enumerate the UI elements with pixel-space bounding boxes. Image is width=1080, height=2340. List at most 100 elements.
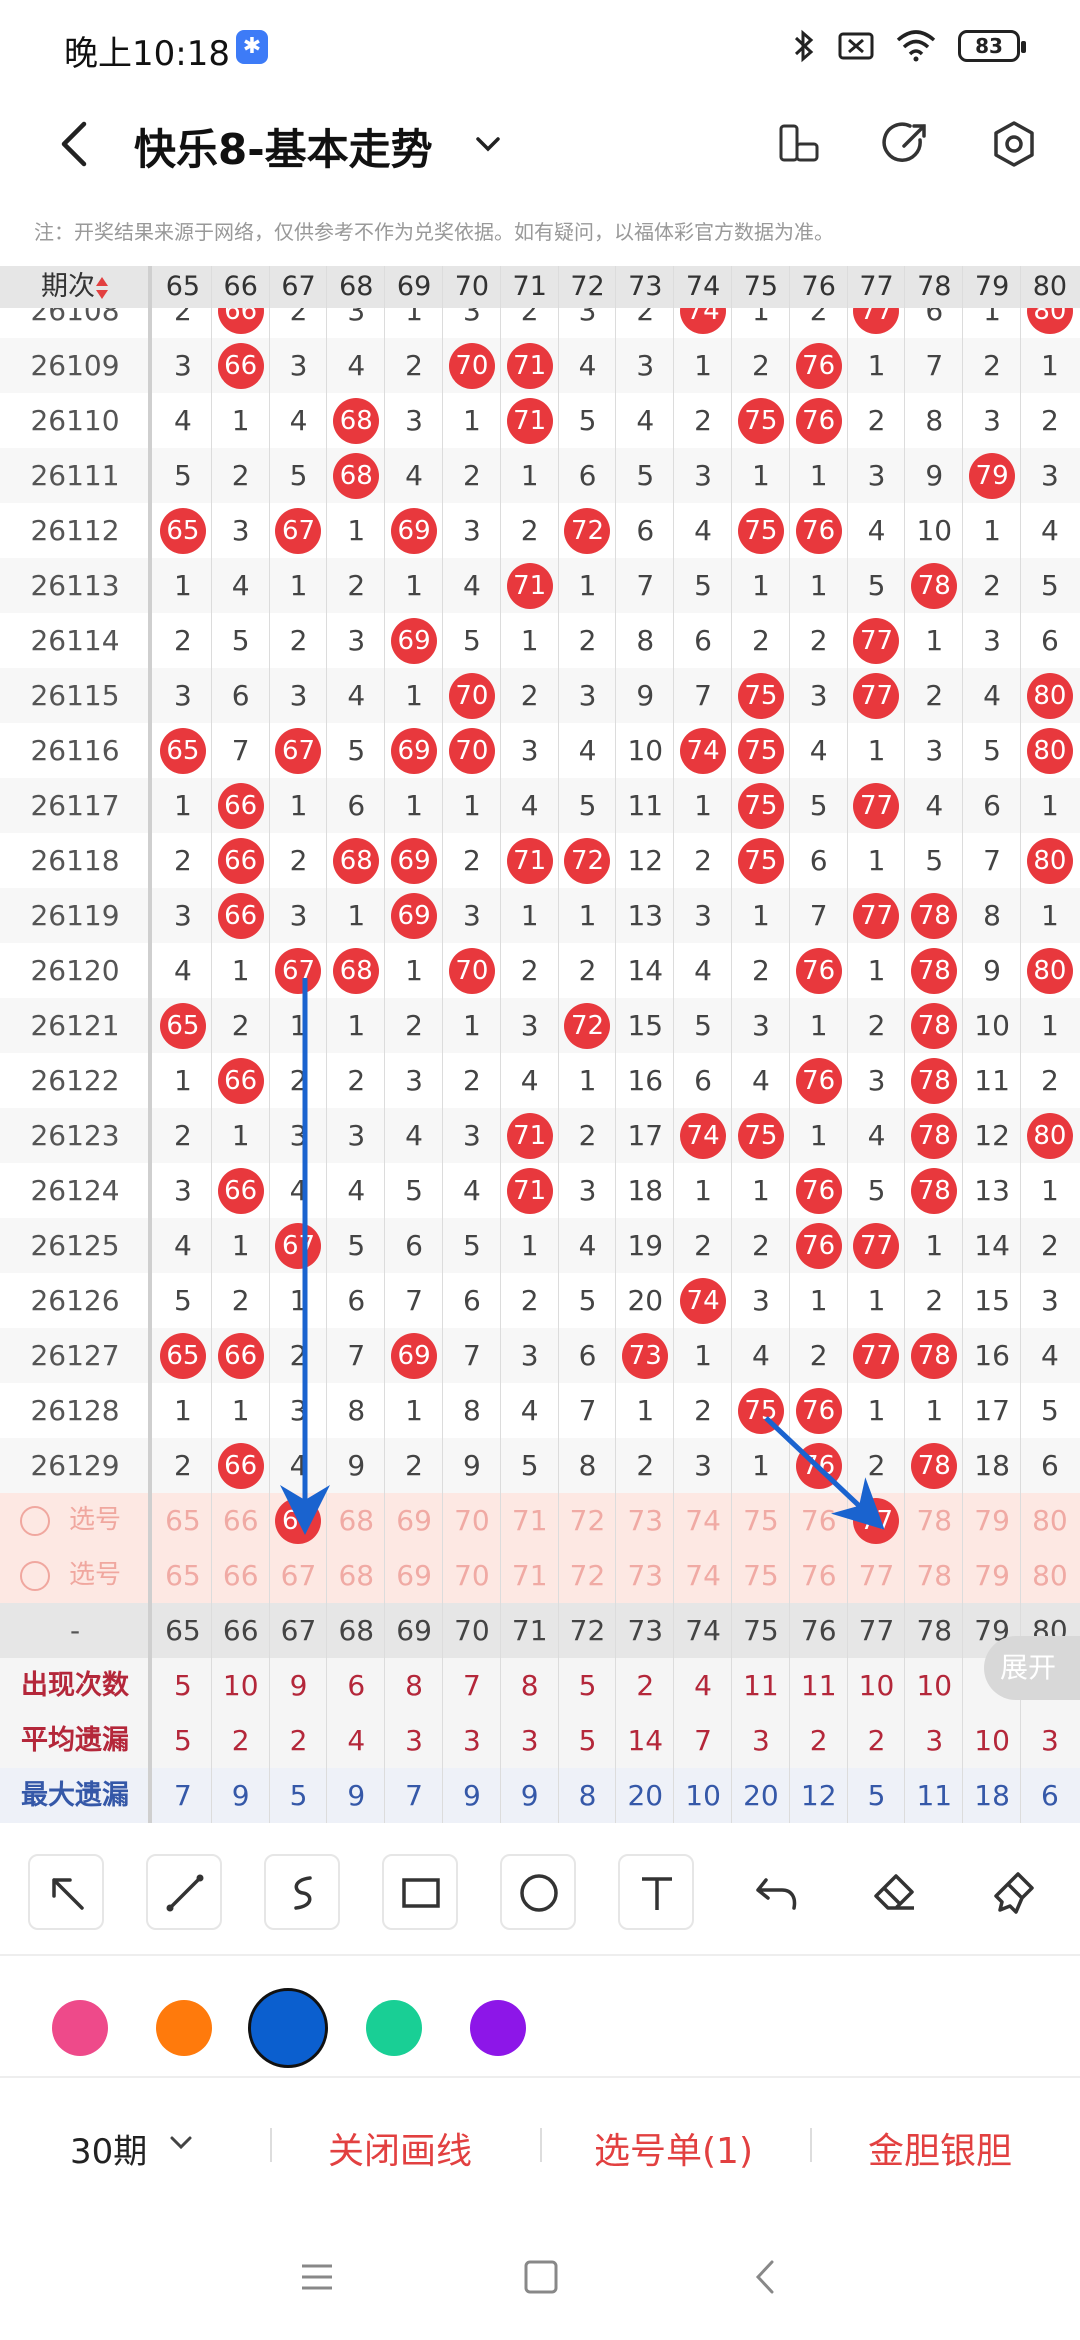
select-number[interactable]: 65 bbox=[154, 1548, 212, 1603]
number-cell[interactable]: 11 bbox=[616, 778, 674, 833]
select-number[interactable]: 79 bbox=[963, 1548, 1021, 1603]
share-icon[interactable] bbox=[876, 114, 936, 174]
number-cell[interactable]: 4 bbox=[385, 1108, 443, 1163]
number-cell[interactable]: 5 bbox=[385, 1163, 443, 1218]
number-cell[interactable]: 1 bbox=[848, 723, 906, 778]
number-cell[interactable]: 2 bbox=[1021, 393, 1079, 448]
number-cell[interactable]: 3 bbox=[1021, 1273, 1079, 1328]
number-cell[interactable]: 1 bbox=[154, 778, 212, 833]
settings-icon[interactable] bbox=[984, 114, 1044, 174]
number-cell[interactable]: 1 bbox=[327, 888, 385, 943]
number-cell[interactable]: 10 bbox=[963, 998, 1021, 1053]
number-cell[interactable]: 76 bbox=[790, 1053, 848, 1108]
select-number[interactable]: 74 bbox=[674, 1548, 732, 1603]
number-cell[interactable]: 69 bbox=[385, 503, 443, 558]
number-cell[interactable]: 2 bbox=[501, 943, 559, 998]
number-cell[interactable]: 7 bbox=[790, 888, 848, 943]
number-cell[interactable]: 1 bbox=[212, 393, 270, 448]
sort-icon[interactable] bbox=[95, 271, 109, 302]
number-cell[interactable]: 15 bbox=[616, 998, 674, 1053]
number-cell[interactable]: 6 bbox=[327, 778, 385, 833]
number-cell[interactable]: 13 bbox=[963, 1163, 1021, 1218]
number-cell[interactable]: 1 bbox=[674, 338, 732, 393]
number-cell[interactable]: 4 bbox=[848, 503, 906, 558]
number-cell[interactable]: 72 bbox=[559, 503, 617, 558]
number-cell[interactable]: 75 bbox=[732, 778, 790, 833]
number-cell[interactable]: 3 bbox=[848, 448, 906, 503]
number-cell[interactable]: 4 bbox=[154, 943, 212, 998]
number-cell[interactable]: 7 bbox=[327, 1328, 385, 1383]
color-swatch-blue-selected[interactable] bbox=[248, 1988, 328, 2068]
number-cell[interactable]: 1 bbox=[154, 1053, 212, 1108]
number-cell[interactable]: 8 bbox=[905, 393, 963, 448]
number-cell[interactable]: 3 bbox=[212, 503, 270, 558]
number-cell[interactable]: 3 bbox=[270, 338, 328, 393]
select-radio[interactable] bbox=[20, 1506, 50, 1536]
number-cell[interactable]: 8 bbox=[443, 1383, 501, 1438]
number-cell[interactable]: 1 bbox=[732, 1438, 790, 1493]
number-cell[interactable]: 76 bbox=[790, 338, 848, 393]
select-number[interactable]: 75 bbox=[732, 1548, 790, 1603]
number-cell[interactable]: 2 bbox=[501, 503, 559, 558]
number-cell[interactable]: 4 bbox=[1021, 1328, 1079, 1383]
gold-silver-button[interactable]: 金胆银胆 bbox=[868, 2122, 1012, 2174]
number-cell[interactable]: 1 bbox=[212, 1218, 270, 1273]
select-number[interactable]: 66 bbox=[212, 1493, 270, 1548]
number-cell[interactable]: 2 bbox=[443, 833, 501, 888]
number-cell[interactable]: 4 bbox=[385, 448, 443, 503]
number-cell[interactable]: 2 bbox=[443, 448, 501, 503]
number-cell[interactable]: 2 bbox=[212, 448, 270, 503]
eraser-icon[interactable] bbox=[870, 1868, 920, 1918]
number-cell[interactable]: 2 bbox=[559, 613, 617, 668]
number-cell[interactable]: 5 bbox=[790, 778, 848, 833]
number-cell[interactable]: 4 bbox=[616, 393, 674, 448]
number-cell[interactable]: 74 bbox=[674, 723, 732, 778]
number-cell[interactable]: 71 bbox=[501, 338, 559, 393]
number-cell[interactable]: 3 bbox=[616, 338, 674, 393]
number-cell[interactable]: 67 bbox=[270, 943, 328, 998]
rotate-screen-icon[interactable] bbox=[768, 114, 828, 174]
number-cell[interactable]: 1 bbox=[848, 338, 906, 393]
select-number[interactable]: 76 bbox=[790, 1493, 848, 1548]
number-cell[interactable]: 3 bbox=[443, 888, 501, 943]
select-number[interactable]: 73 bbox=[616, 1493, 674, 1548]
number-cell[interactable]: 5 bbox=[559, 393, 617, 448]
number-cell[interactable]: 4 bbox=[674, 943, 732, 998]
number-cell[interactable]: 65 bbox=[154, 998, 212, 1053]
select-number[interactable]: 66 bbox=[212, 1548, 270, 1603]
number-cell[interactable]: 2 bbox=[616, 1438, 674, 1493]
number-cell[interactable]: 4 bbox=[674, 503, 732, 558]
number-cell[interactable]: 1 bbox=[385, 668, 443, 723]
select-list-button[interactable]: 选号单(1) bbox=[594, 2122, 753, 2174]
number-cell[interactable]: 69 bbox=[385, 613, 443, 668]
number-cell[interactable]: 2 bbox=[963, 558, 1021, 613]
period-header[interactable]: 期次 bbox=[0, 266, 150, 308]
number-cell[interactable]: 80 bbox=[1021, 668, 1079, 723]
number-cell[interactable]: 75 bbox=[732, 723, 790, 778]
number-cell[interactable]: 1 bbox=[616, 1383, 674, 1438]
number-cell[interactable]: 3 bbox=[154, 338, 212, 393]
number-cell[interactable]: 4 bbox=[790, 723, 848, 778]
number-cell[interactable]: 1 bbox=[732, 558, 790, 613]
number-cell[interactable]: 5 bbox=[616, 448, 674, 503]
number-cell[interactable]: 1 bbox=[790, 448, 848, 503]
number-cell[interactable]: 69 bbox=[385, 888, 443, 943]
number-cell[interactable]: 3 bbox=[848, 1053, 906, 1108]
number-cell[interactable]: 2 bbox=[154, 1108, 212, 1163]
number-cell[interactable]: 68 bbox=[327, 393, 385, 448]
number-cell[interactable]: 16 bbox=[616, 1053, 674, 1108]
number-cell[interactable]: 1 bbox=[790, 558, 848, 613]
number-cell[interactable]: 1 bbox=[212, 943, 270, 998]
number-cell[interactable]: 1 bbox=[732, 888, 790, 943]
number-cell[interactable]: 4 bbox=[270, 1163, 328, 1218]
number-cell[interactable]: 4 bbox=[327, 338, 385, 393]
select-number[interactable]: 70 bbox=[443, 1493, 501, 1548]
number-cell[interactable]: 3 bbox=[270, 888, 328, 943]
number-cell[interactable]: 20 bbox=[616, 1273, 674, 1328]
number-cell[interactable]: 6 bbox=[616, 503, 674, 558]
number-cell[interactable]: 65 bbox=[154, 1328, 212, 1383]
color-swatch-pink[interactable] bbox=[52, 2000, 108, 2056]
number-cell[interactable]: 2 bbox=[732, 613, 790, 668]
number-cell[interactable]: 6 bbox=[790, 833, 848, 888]
number-cell[interactable]: 76 bbox=[790, 393, 848, 448]
